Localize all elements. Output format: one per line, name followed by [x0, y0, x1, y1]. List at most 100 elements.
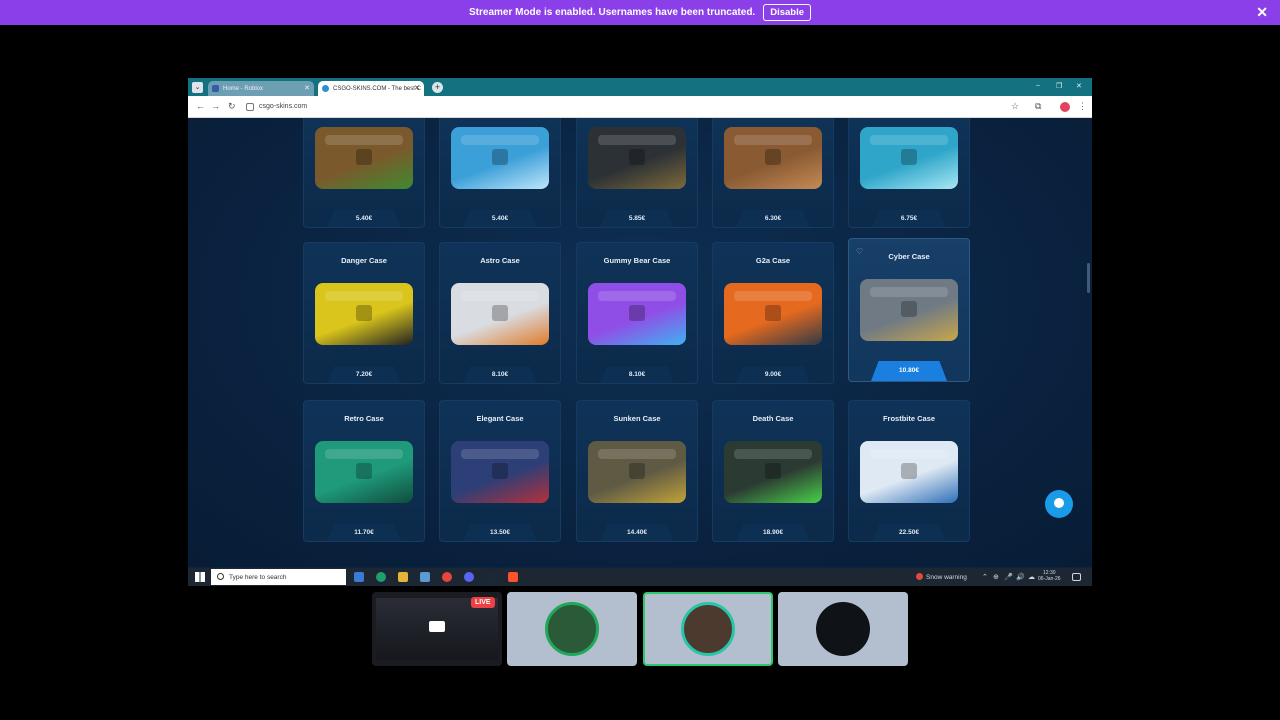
- streamer-mode-banner: Streamer Mode is enabled. Usernames have…: [0, 0, 1280, 25]
- tray-chevron-icon[interactable]: ⌃: [982, 573, 988, 581]
- case-card[interactable]: Gummy Bear Case 8.10€: [576, 242, 698, 384]
- case-image: [860, 127, 958, 189]
- case-card[interactable]: 6.30€: [712, 118, 834, 228]
- notifications-icon[interactable]: [1072, 573, 1081, 581]
- case-name: Cyber Case: [888, 252, 930, 261]
- case-price: 6.30€: [736, 210, 810, 227]
- case-price: 7.20€: [327, 366, 401, 383]
- weather-alert-icon: [916, 573, 923, 580]
- case-image: [588, 441, 686, 503]
- case-price: 5.40€: [327, 210, 401, 227]
- avatar: [681, 602, 735, 656]
- close-banner-icon[interactable]: ✕: [1256, 5, 1268, 19]
- case-card[interactable]: Astro Case 8.10€: [439, 242, 561, 384]
- forward-icon[interactable]: →: [211, 101, 220, 111]
- participant-tile[interactable]: [778, 592, 908, 666]
- url-field[interactable]: csgo-skins.com: [246, 99, 1046, 114]
- network-icon[interactable]: ⊕: [993, 573, 999, 581]
- case-image: [724, 283, 822, 345]
- live-chat-button[interactable]: [1045, 490, 1073, 518]
- system-clock[interactable]: 12:30 06-Jan-26: [1038, 570, 1061, 582]
- case-price: 13.50€: [463, 524, 537, 541]
- case-card[interactable]: G2a Case 9.00€: [712, 242, 834, 384]
- reload-icon[interactable]: ↻: [228, 101, 236, 112]
- profile-avatar[interactable]: [1060, 102, 1070, 112]
- close-tab-icon[interactable]: ✕: [304, 84, 310, 92]
- minimize-button[interactable]: –: [1036, 82, 1040, 89]
- task-view-icon[interactable]: [354, 572, 364, 582]
- case-card[interactable]: Sunken Case 14.40€: [576, 400, 698, 542]
- case-card[interactable]: Danger Case 7.20€: [303, 242, 425, 384]
- windows-taskbar: Type here to search Snow warning ⌃ ⊕ 🎤 🔊…: [188, 568, 1092, 586]
- case-name: Retro Case: [344, 414, 384, 423]
- case-price: 5.40€: [463, 210, 537, 227]
- case-card[interactable]: Elegant Case 13.50€: [439, 400, 561, 542]
- discord-icon[interactable]: [464, 572, 474, 582]
- case-card[interactable]: 5.40€: [439, 118, 561, 228]
- csgo-skins-favicon-icon: [322, 85, 329, 92]
- tab-label: Home - Roblox: [223, 85, 264, 92]
- case-name: Death Case: [752, 414, 794, 423]
- case-image: [588, 127, 686, 189]
- menu-icon[interactable]: ⋮: [1078, 101, 1087, 112]
- extensions-icon[interactable]: ⧉: [1035, 101, 1041, 112]
- steam-icon[interactable]: [486, 572, 496, 582]
- chrome-icon[interactable]: [442, 572, 452, 582]
- store-icon[interactable]: [420, 572, 430, 582]
- participant-tile[interactable]: [507, 592, 637, 666]
- case-card[interactable]: 6.75€: [848, 118, 970, 228]
- case-image: [860, 441, 958, 503]
- case-name: Danger Case: [341, 256, 387, 265]
- case-price: 5.85€: [600, 210, 674, 227]
- case-price: 22.50€: [872, 524, 946, 541]
- back-icon[interactable]: ←: [196, 101, 205, 111]
- taskbar-search[interactable]: Type here to search: [211, 569, 346, 585]
- case-price: 8.10€: [463, 366, 537, 383]
- tab-search-icon[interactable]: ⌄: [192, 82, 203, 93]
- search-placeholder: Type here to search: [229, 573, 287, 581]
- new-tab-button[interactable]: +: [432, 82, 443, 93]
- case-card[interactable]: 5.85€: [576, 118, 698, 228]
- volume-icon[interactable]: 🔊: [1016, 573, 1025, 581]
- tab-roblox[interactable]: Home - Roblox ✕: [208, 81, 314, 96]
- maximize-button[interactable]: ❐: [1056, 82, 1062, 90]
- bookmark-star-icon[interactable]: ☆: [1011, 101, 1019, 112]
- case-name: Gummy Bear Case: [603, 256, 671, 265]
- case-card[interactable]: ♡ Cyber Case 10.80€: [848, 238, 970, 382]
- case-image: [315, 283, 413, 345]
- page-scrollbar[interactable]: [1087, 263, 1090, 293]
- file-explorer-icon[interactable]: [398, 572, 408, 582]
- weather-widget[interactable]: Snow warning: [916, 573, 967, 581]
- participant-tile-speaking[interactable]: [643, 592, 773, 666]
- brave-icon[interactable]: [508, 572, 518, 582]
- case-card[interactable]: 5.40€: [303, 118, 425, 228]
- case-image: [315, 441, 413, 503]
- tab-csgo-skins[interactable]: CSGO-SKINS.COM - The best C ✕: [318, 81, 424, 96]
- cloud-icon[interactable]: ☁: [1028, 573, 1035, 581]
- close-tab-icon[interactable]: ✕: [414, 84, 420, 92]
- case-card[interactable]: Retro Case 11.70€: [303, 400, 425, 542]
- banner-message: Streamer Mode is enabled. Usernames have…: [468, 7, 756, 18]
- edge-icon[interactable]: [376, 572, 386, 582]
- case-image: [588, 283, 686, 345]
- disable-streamer-mode-button[interactable]: Disable: [763, 4, 811, 21]
- case-card[interactable]: Frostbite Case 22.50€: [848, 400, 970, 542]
- case-image: [724, 127, 822, 189]
- microphone-icon[interactable]: 🎤: [1004, 573, 1013, 581]
- avatar: [545, 602, 599, 656]
- tab-bar: ⌄ Home - Roblox ✕ CSGO-SKINS.COM - The b…: [188, 78, 1092, 96]
- search-icon: [217, 573, 224, 580]
- close-window-button[interactable]: ✕: [1076, 82, 1082, 90]
- case-card[interactable]: Death Case 18.90€: [712, 400, 834, 542]
- case-image: [724, 441, 822, 503]
- windows-start-icon[interactable]: [195, 572, 205, 582]
- case-name: Frostbite Case: [882, 414, 936, 423]
- case-name: Elegant Case: [476, 414, 524, 423]
- case-price: 11.70€: [327, 524, 401, 541]
- case-image: [860, 279, 958, 341]
- address-bar: ← → ↻ csgo-skins.com ☆ ⧉ ⋮: [188, 96, 1092, 118]
- avatar: [816, 602, 870, 656]
- case-price: 8.10€: [600, 366, 674, 383]
- live-badge: LIVE: [471, 597, 495, 608]
- site-info-icon[interactable]: [246, 102, 254, 111]
